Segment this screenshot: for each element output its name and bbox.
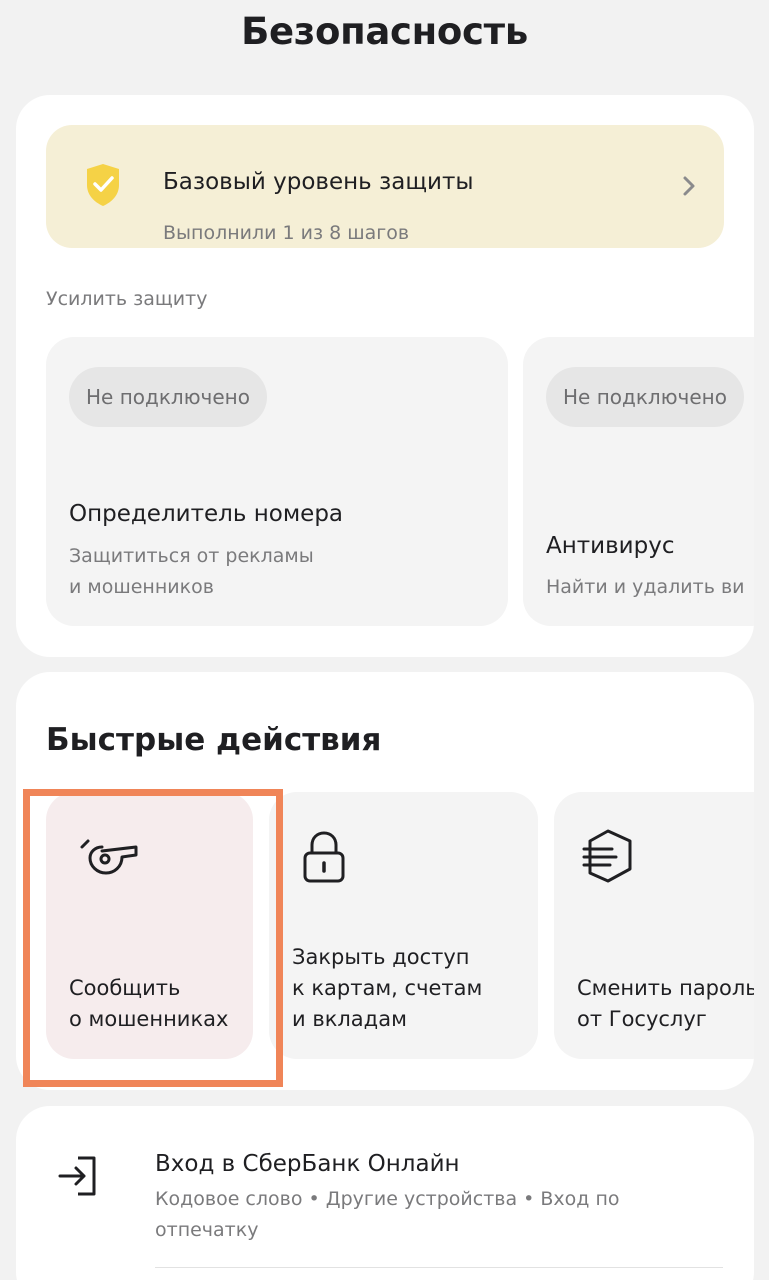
- block-access-button[interactable]: Закрыть доступ к картам, счетам и вклада…: [269, 792, 538, 1059]
- protection-level-banner[interactable]: Базовый уровень защиты Выполнили 1 из 8 …: [46, 125, 724, 248]
- protection-level-title: Базовый уровень защиты: [163, 169, 474, 195]
- quick-actions-title: Быстрые действия: [46, 722, 382, 758]
- page-title: Безопасность: [241, 10, 528, 53]
- security-screen: Безопасность Базовый уровень защиты Выпо…: [0, 0, 769, 1280]
- antivirus-description: Найти и удалить ви: [546, 576, 745, 598]
- report-fraud-button[interactable]: Сообщить о мошенниках: [46, 792, 253, 1059]
- status-badge: Не подключено: [69, 367, 267, 427]
- change-gosuslugi-password-label: Сменить пароль от Госуслуг: [577, 976, 754, 1031]
- gosuslugi-icon: [582, 829, 632, 883]
- protection-level-subtitle: Выполнили 1 из 8 шагов: [163, 222, 410, 244]
- sberbank-online-login-item[interactable]: Вход в СберБанк Онлайн Кодовое слово • Д…: [16, 1106, 754, 1266]
- antivirus-title: Антивирус: [546, 533, 675, 559]
- protection-card: Базовый уровень защиты Выполнили 1 из 8 …: [16, 95, 754, 657]
- login-title: Вход в СберБанк Онлайн: [155, 1151, 460, 1177]
- caller-id-card[interactable]: Не подключено Определитель номера Защити…: [46, 337, 508, 626]
- login-description: Кодовое слово • Другие устройства • Вход…: [155, 1188, 620, 1241]
- sign-in-icon: [58, 1156, 96, 1196]
- shield-check-icon: [87, 164, 119, 206]
- report-fraud-label: Сообщить о мошенниках: [69, 976, 229, 1031]
- divider: [155, 1267, 723, 1268]
- change-gosuslugi-password-button[interactable]: Сменить пароль от Госуслуг: [554, 792, 754, 1059]
- lock-icon: [303, 831, 345, 883]
- antivirus-card[interactable]: Не подключено Антивирус Найти и удалить …: [523, 337, 754, 626]
- chevron-right-icon: [683, 176, 695, 196]
- quick-actions-card: Быстрые действия Сообщить о мошенниках З…: [16, 672, 754, 1090]
- login-settings-card: Вход в СберБанк Онлайн Кодовое слово • Д…: [16, 1106, 754, 1280]
- strengthen-protection-label: Усилить защиту: [46, 288, 208, 310]
- status-badge: Не подключено: [546, 367, 744, 427]
- block-access-label: Закрыть доступ к картам, счетам и вклада…: [292, 945, 483, 1031]
- caller-id-title: Определитель номера: [69, 501, 344, 527]
- whistle-icon: [80, 839, 138, 875]
- caller-id-description: Защититься от рекламы и мошенников: [69, 545, 314, 598]
